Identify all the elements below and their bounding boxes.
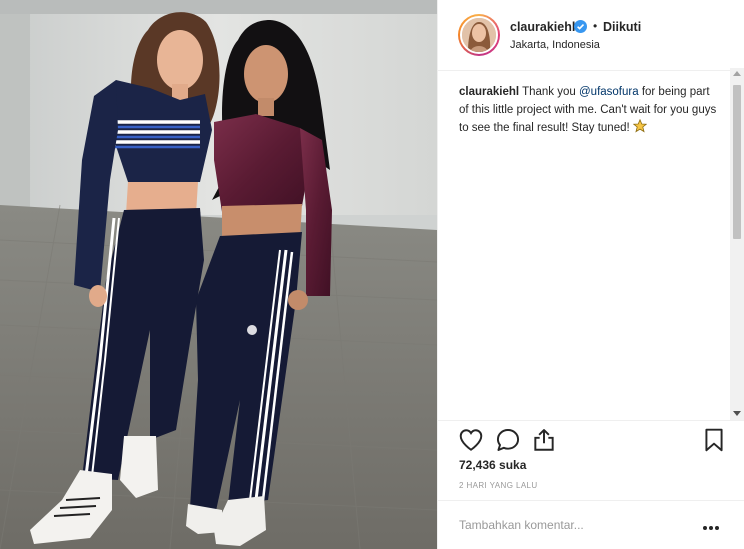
post-photo-illustration <box>0 0 437 549</box>
avatar-image <box>460 16 498 54</box>
share-button[interactable] <box>531 427 557 453</box>
post-actions <box>438 420 744 456</box>
caption-mention-link[interactable]: @ufasofura <box>579 86 639 98</box>
share-upload-icon <box>534 429 554 451</box>
post-caption: claurakiehl Thank you @ufasofura for bei… <box>459 83 721 137</box>
star-emoji-icon <box>632 119 647 133</box>
scroll-thumb[interactable] <box>733 85 741 239</box>
comment-input[interactable] <box>459 515 689 535</box>
follow-status-button[interactable]: Diikuti <box>603 20 641 34</box>
username-link[interactable]: claurakiehl <box>510 20 575 34</box>
comment-button[interactable] <box>495 427 521 453</box>
more-dots-icon <box>703 526 707 530</box>
caption-text-start: Thank you <box>522 86 579 98</box>
more-dots-icon <box>709 526 713 530</box>
scroll-down-arrow-icon[interactable] <box>733 411 741 416</box>
bookmark-icon <box>705 428 723 452</box>
comments-scrollbar[interactable] <box>730 68 744 420</box>
separator-dot: • <box>593 19 598 33</box>
scroll-up-arrow-icon[interactable] <box>733 71 741 76</box>
heart-outline-icon <box>459 429 483 451</box>
save-button[interactable] <box>701 427 727 453</box>
more-dots-icon <box>715 526 719 530</box>
like-button[interactable] <box>458 427 484 453</box>
post-header: claurakiehl • Diikuti Jakarta, Indonesia <box>438 0 744 71</box>
speech-bubble-icon <box>496 429 520 451</box>
avatar-portrait-icon <box>462 18 496 52</box>
avatar[interactable] <box>458 14 500 56</box>
verified-badge-icon <box>574 20 587 33</box>
caption-username-link[interactable]: claurakiehl <box>459 86 519 98</box>
comment-bar <box>438 500 744 549</box>
post-timestamp[interactable]: 2 HARI YANG LALU <box>459 481 538 490</box>
like-count[interactable]: 72,436 suka <box>459 458 526 472</box>
location-link[interactable]: Jakarta, Indonesia <box>510 39 600 51</box>
post-details-panel: claurakiehl • Diikuti Jakarta, Indonesia… <box>437 0 744 549</box>
more-options-button[interactable] <box>703 517 723 531</box>
post-photo[interactable] <box>0 0 437 549</box>
